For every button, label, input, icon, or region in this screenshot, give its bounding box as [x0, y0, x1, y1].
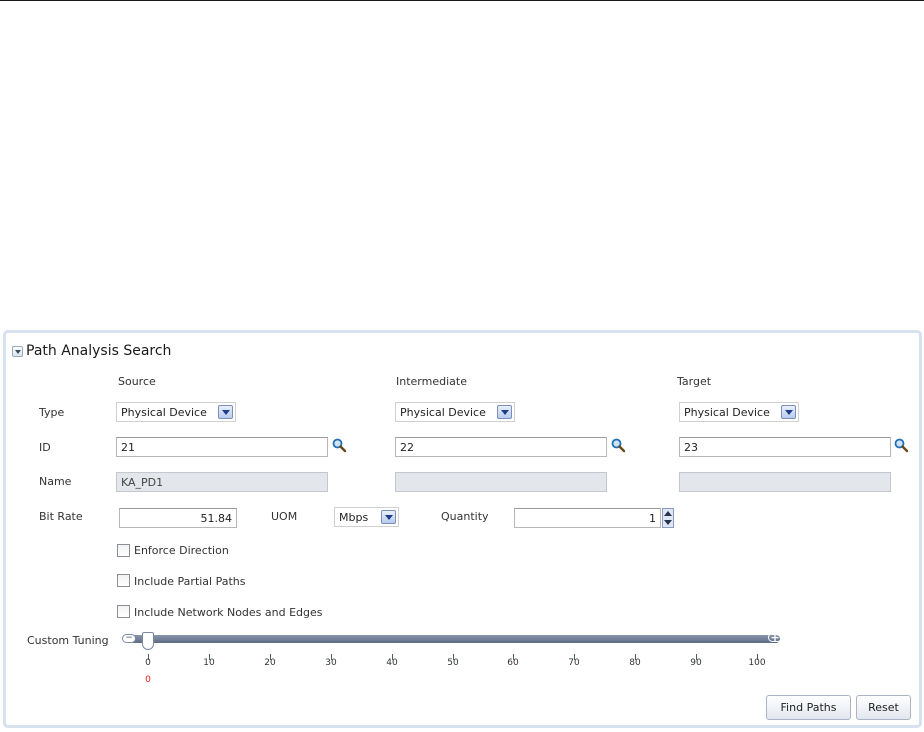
custom-tuning-slider[interactable]: [130, 635, 780, 643]
column-header-intermediate: Intermediate: [396, 375, 467, 388]
slider-tick-label: 70: [568, 658, 580, 668]
top-divider: [0, 0, 924, 1]
source-type-select[interactable]: Physical Device: [116, 402, 236, 422]
target-type-value: Physical Device: [684, 405, 770, 419]
slider-tick-label: 30: [325, 658, 337, 668]
include-partial-paths-label: Include Partial Paths: [134, 575, 246, 588]
bit-rate-input[interactable]: 51.84: [119, 508, 237, 528]
chevron-down-icon[interactable]: [497, 405, 512, 419]
source-id-input[interactable]: 21: [116, 437, 328, 457]
slider-tick-label: 20: [264, 658, 276, 668]
include-partial-paths-checkbox[interactable]: [117, 574, 130, 587]
target-name-field: [679, 472, 891, 492]
chevron-down-icon[interactable]: [781, 405, 796, 419]
panel-title: Path Analysis Search: [26, 343, 172, 359]
find-paths-button[interactable]: Find Paths: [766, 695, 851, 720]
chevron-down-icon[interactable]: [218, 405, 233, 419]
path-analysis-search-panel: Path Analysis Search: [3, 330, 922, 728]
enforce-direction-checkbox[interactable]: [117, 544, 130, 557]
uom-label: UOM: [271, 510, 298, 523]
uom-value: Mbps: [339, 510, 369, 524]
uom-select[interactable]: Mbps: [334, 507, 399, 527]
minus-icon[interactable]: −: [122, 634, 136, 643]
slider-tick-label: 40: [386, 658, 398, 668]
target-id-input[interactable]: 23: [679, 437, 891, 457]
source-search-icon[interactable]: [331, 437, 347, 453]
source-name-field: KA_PD1: [116, 472, 328, 492]
stepper-down-icon[interactable]: [664, 520, 672, 525]
panel-header: Path Analysis Search: [12, 342, 171, 360]
collapse-icon[interactable]: [12, 345, 23, 357]
quantity-stepper[interactable]: [662, 508, 674, 528]
slider-tick-label: 100: [748, 658, 766, 668]
slider-tick-label: 0: [145, 658, 151, 668]
bit-rate-label: Bit Rate: [39, 510, 83, 523]
type-label: Type: [39, 406, 65, 419]
include-network-nodes-label: Include Network Nodes and Edges: [134, 606, 323, 619]
enforce-direction-label: Enforce Direction: [134, 544, 229, 557]
slider-current-value: 0: [145, 675, 151, 685]
target-type-select[interactable]: Physical Device: [679, 402, 799, 422]
intermediate-type-select[interactable]: Physical Device: [395, 402, 515, 422]
intermediate-type-value: Physical Device: [400, 405, 486, 419]
stepper-up-icon[interactable]: [664, 511, 672, 516]
intermediate-name-field: [395, 472, 607, 492]
source-type-value: Physical Device: [121, 405, 207, 419]
id-label: ID: [39, 441, 51, 454]
include-network-nodes-checkbox[interactable]: [117, 605, 130, 618]
quantity-label: Quantity: [441, 510, 489, 523]
plus-icon[interactable]: +: [768, 632, 782, 643]
slider-tick-label: 80: [629, 658, 641, 668]
custom-tuning-label: Custom Tuning: [27, 634, 109, 647]
target-search-icon[interactable]: [893, 437, 909, 453]
intermediate-search-icon[interactable]: [610, 437, 626, 453]
column-header-target: Target: [677, 375, 712, 388]
name-label: Name: [39, 475, 72, 488]
column-header-source: Source: [118, 375, 156, 388]
intermediate-id-input[interactable]: 22: [395, 437, 607, 457]
slider-thumb[interactable]: [142, 632, 154, 650]
slider-tick-label: 60: [507, 658, 519, 668]
chevron-down-icon[interactable]: [381, 510, 396, 524]
slider-tick-label: 90: [690, 658, 702, 668]
slider-tick-label: 10: [203, 658, 215, 668]
quantity-input[interactable]: 1: [514, 508, 661, 528]
reset-button[interactable]: Reset: [856, 695, 911, 720]
slider-tick-label: 50: [447, 658, 459, 668]
